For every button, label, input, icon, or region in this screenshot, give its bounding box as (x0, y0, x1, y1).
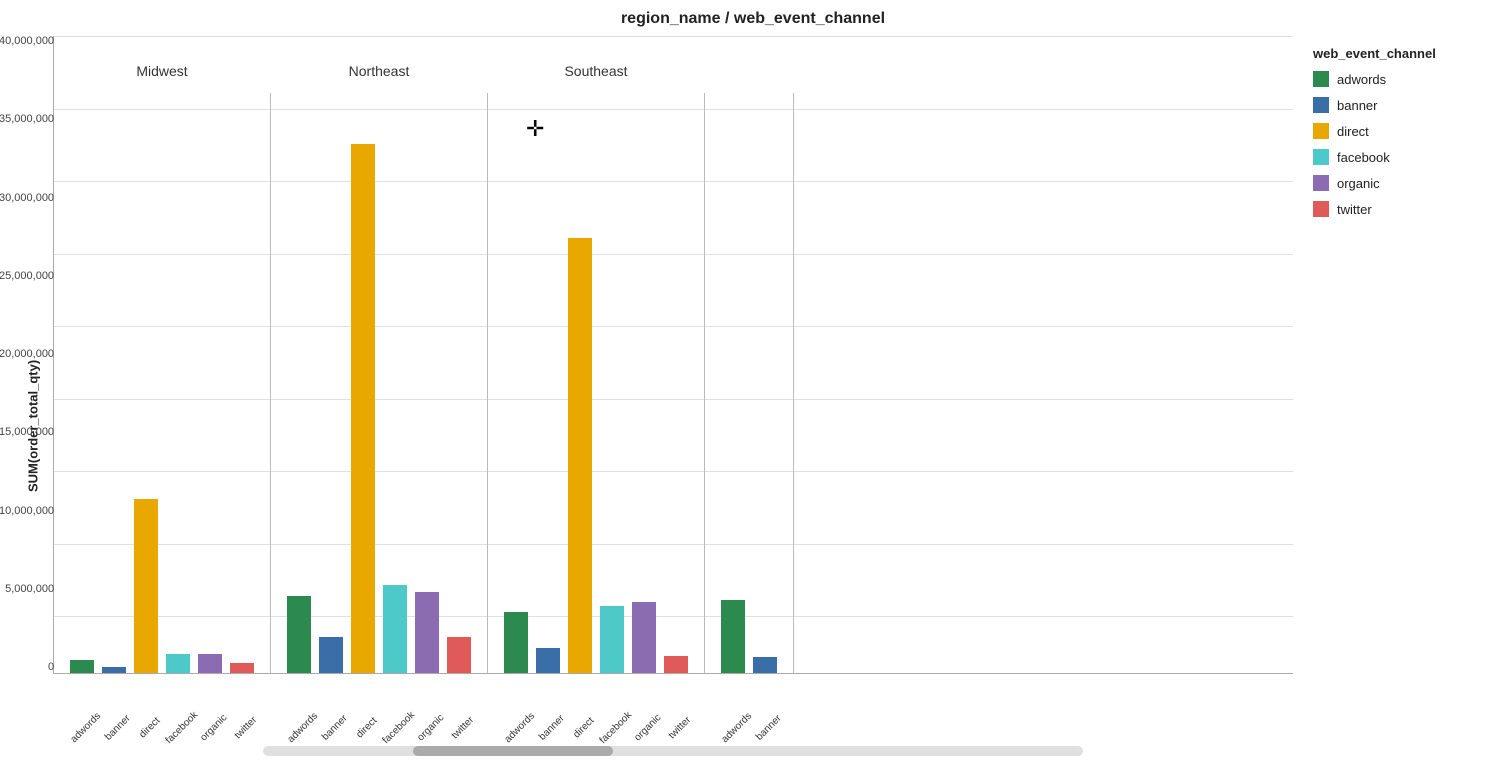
bar-Northeast-adwords (287, 596, 311, 673)
bar--banner (753, 657, 777, 673)
bar-Midwest-twitter (230, 663, 254, 673)
scrollbar-area[interactable] (53, 744, 1293, 756)
bar-group-Midwest-adwords: adwords (70, 93, 94, 673)
legend-color-adwords (1313, 71, 1329, 87)
bar-Southeast-organic (632, 602, 656, 673)
scrollbar-thumb[interactable] (413, 746, 613, 756)
chart-title: region_name / web_event_channel (621, 10, 885, 28)
bar--adwords (721, 600, 745, 673)
bar-group-Southeast-adwords: adwords (504, 93, 528, 673)
bar-group-Southeast-twitter: twitter (664, 93, 688, 673)
bar-group-Midwest-organic: organic (198, 93, 222, 673)
legend-color-organic (1313, 175, 1329, 191)
grid-line (54, 36, 1293, 37)
bar-group-Southeast-direct: direct (568, 93, 592, 673)
legend-color-banner (1313, 97, 1329, 113)
region-label-Southeast: Southeast (488, 63, 704, 79)
bar-Southeast-banner (536, 648, 560, 673)
legend-label-adwords: adwords (1337, 72, 1386, 87)
bar-group-Northeast-organic: organic (415, 93, 439, 673)
bar-Northeast-facebook (383, 585, 407, 673)
bar-Northeast-banner (319, 637, 343, 673)
legend-label-twitter: twitter (1337, 202, 1372, 217)
bar-group-Midwest-banner: banner (102, 93, 126, 673)
legend-title: web_event_channel (1313, 46, 1436, 61)
bar-group-Midwest-twitter: twitter (230, 93, 254, 673)
y-axis-label: SUM(order_total_qty) (13, 36, 53, 756)
scrollbar-track[interactable] (263, 746, 1083, 756)
legend-label-banner: banner (1337, 98, 1377, 113)
bar-group-Northeast-twitter: twitter (447, 93, 471, 673)
bar-group-Southeast-organic: organic (632, 93, 656, 673)
legend-color-twitter (1313, 201, 1329, 217)
bar-group-Northeast-facebook: facebook (383, 93, 407, 673)
bar-Midwest-banner (102, 667, 126, 673)
legend-label-facebook: facebook (1337, 150, 1390, 165)
chart-plot: 40,000,00035,000,00030,000,00025,000,000… (53, 36, 1293, 674)
bar-Midwest-adwords (70, 660, 94, 673)
legend-item-direct: direct (1313, 123, 1390, 139)
legend: web_event_channel adwords banner direct … (1293, 36, 1493, 756)
legend-label-organic: organic (1337, 176, 1380, 191)
region-group-Southeast: Southeastadwordsbannerdirectfacebookorga… (488, 93, 705, 673)
legend-item-facebook: facebook (1313, 149, 1390, 165)
bar-group--banner: banner (753, 93, 777, 673)
bar-Midwest-facebook (166, 654, 190, 673)
x-labels-row (53, 674, 1293, 744)
legend-color-facebook (1313, 149, 1329, 165)
bar-Southeast-adwords (504, 612, 528, 673)
region-group-Midwest: Midwestadwordsbannerdirectfacebookorgani… (54, 93, 271, 673)
bar-Southeast-direct (568, 238, 592, 673)
bar-Midwest-organic (198, 654, 222, 673)
bar-group-Northeast-adwords: adwords (287, 93, 311, 673)
bar-group-Northeast-direct: direct (351, 93, 375, 673)
bar-group--adwords: adwords (721, 93, 745, 673)
region-group-Northeast: Northeastadwordsbannerdirectfacebookorga… (271, 93, 488, 673)
bar-Northeast-direct (351, 144, 375, 673)
legend-item-organic: organic (1313, 175, 1390, 191)
legend-color-direct (1313, 123, 1329, 139)
legend-item-banner: banner (1313, 97, 1390, 113)
region-label-Northeast: Northeast (271, 63, 487, 79)
region-label-Midwest: Midwest (54, 63, 270, 79)
bar-group-Northeast-banner: banner (319, 93, 343, 673)
legend-item-adwords: adwords (1313, 71, 1390, 87)
legend-label-direct: direct (1337, 124, 1369, 139)
chart-area: SUM(order_total_qty) 40,000,00035,000,00… (13, 36, 1493, 756)
region-group-extra: adwords banner (705, 93, 794, 673)
bar-group-Midwest-facebook: facebook (166, 93, 190, 673)
bar-Midwest-direct (134, 499, 158, 673)
bar-group-Southeast-banner: banner (536, 93, 560, 673)
legend-item-twitter: twitter (1313, 201, 1390, 217)
bar-Northeast-twitter (447, 637, 471, 673)
bar-Southeast-twitter (664, 656, 688, 673)
bar-group-Midwest-direct: direct (134, 93, 158, 673)
bar-group-Southeast-facebook: facebook (600, 93, 624, 673)
chart-main: 40,000,00035,000,00030,000,00025,000,000… (53, 36, 1293, 756)
bar-Southeast-facebook (600, 606, 624, 673)
bar-Northeast-organic (415, 592, 439, 673)
